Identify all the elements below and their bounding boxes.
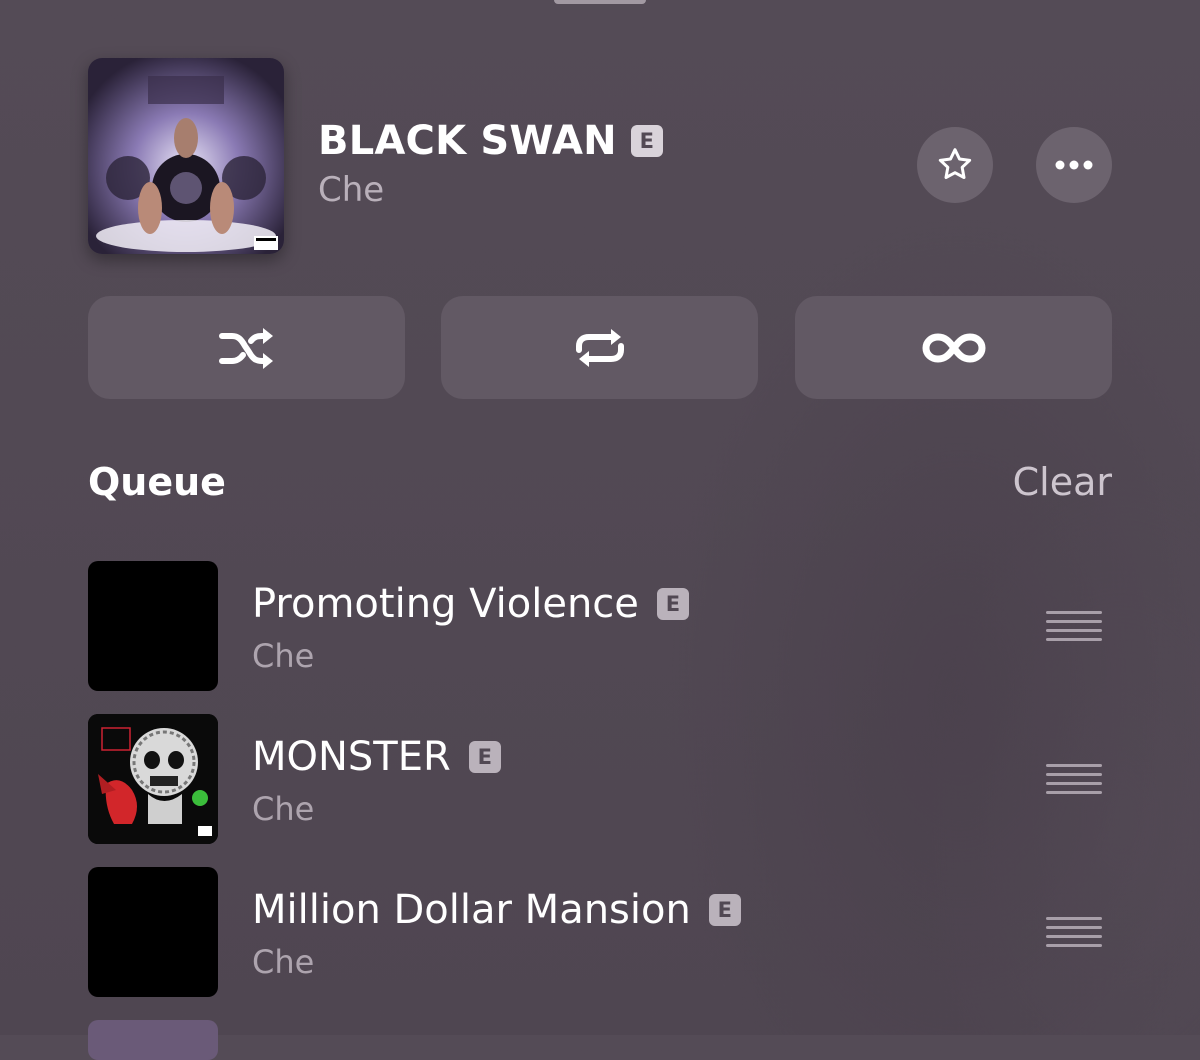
repeat-button[interactable] [441,296,758,399]
queue-item-title: Promoting Violence [252,581,639,627]
infinity-icon [922,333,985,362]
queue-item-title-row: Million Dollar Mansion E [252,887,741,933]
queue-item-artwork [88,867,218,997]
now-playing-artwork [88,58,284,254]
favorite-button[interactable] [917,127,993,203]
queue-item-artist: Che [252,637,315,675]
queue-heading: Queue [88,460,226,504]
drag-handle-icon[interactable] [1046,764,1102,796]
shuffle-icon [218,327,273,369]
queue-item-title: Million Dollar Mansion [252,887,691,933]
ellipsis-icon [1055,160,1093,170]
now-playing-artist[interactable]: Che [318,170,384,210]
more-options-button[interactable] [1036,127,1112,203]
explicit-badge: E [468,741,501,773]
drag-handle-icon[interactable] [1046,917,1102,949]
queue-item-artist: Che [252,943,315,981]
queue-item-title-row: MONSTER E [252,734,501,780]
star-icon [938,148,972,179]
shuffle-button[interactable] [88,296,405,399]
queue-item-artist: Che [252,790,315,828]
repeat-icon [575,328,624,367]
queue-item-artwork-partial [88,1020,218,1060]
clear-queue-button[interactable]: Clear [1013,460,1112,504]
explicit-badge: E [708,894,741,926]
queue-item-artwork [88,561,218,691]
queue-item[interactable]: Million Dollar Mansion E Che [0,867,1200,999]
autoplay-infinity-button[interactable] [795,296,1112,399]
sheet-grabber[interactable] [554,0,646,4]
explicit-badge: E [656,588,689,620]
queue-item-title-row: Promoting Violence E [252,581,689,627]
queue-item[interactable]: MONSTER E Che [0,714,1200,846]
explicit-badge: E [630,125,663,157]
queue-item-artwork [88,714,218,844]
drag-handle-icon[interactable] [1046,611,1102,643]
queue-item[interactable]: Promoting Violence E Che [0,561,1200,693]
now-playing-title: BLACK SWAN [318,118,617,164]
now-playing-title-row: BLACK SWAN E [318,118,663,164]
queue-item-title: MONSTER [252,734,451,780]
